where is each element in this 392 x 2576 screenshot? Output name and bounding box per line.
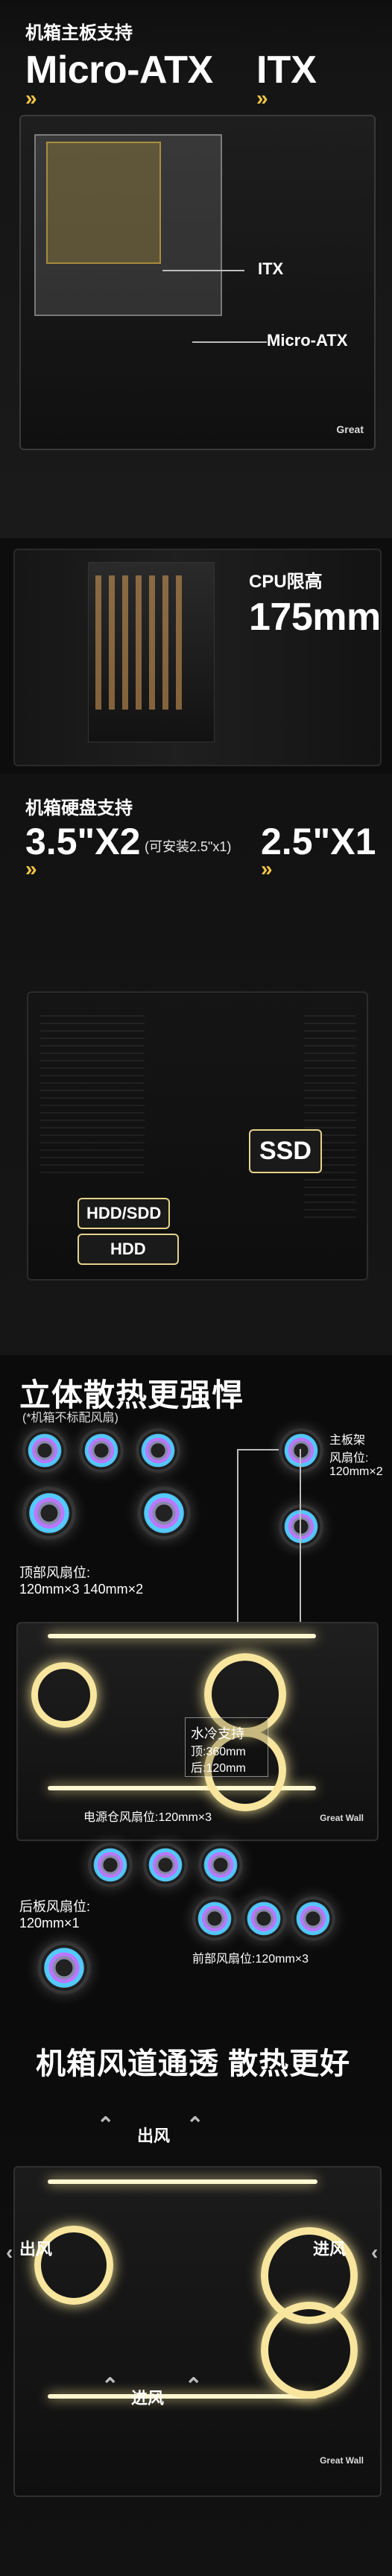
airflow-out-top: 出风 xyxy=(137,2127,171,2145)
airflow-panel: 机箱风道通透 散热更好 Great Wall ⌃ ⌃ 出风 ‹ 出风 ‹ 进风 … xyxy=(0,2012,392,2576)
cpu-height-value: 175mm xyxy=(249,596,381,639)
psu-rgb-strip-2 xyxy=(48,2394,317,2399)
panel1-micro-atx: Micro-ATX xyxy=(25,48,213,92)
arrow-left-icon: ‹ xyxy=(6,2241,13,2264)
mb-fan-label-3: 120mm×2 xyxy=(329,1465,383,1478)
fan-icon xyxy=(37,1941,91,1995)
motherboard-support-panel: 机箱主板支持 Micro-ATX ITX » » ITX Micro-ATX G… xyxy=(0,0,392,538)
fan-icon xyxy=(143,1843,188,1887)
panel1-itx: ITX xyxy=(256,48,317,92)
side-mesh xyxy=(304,1009,356,1218)
fan-icon xyxy=(192,1896,237,1941)
cooling-case-image: 水冷支持 顶:360mm 后:120mm 电源仓风扇位:120mm×3 Grea… xyxy=(16,1622,379,1841)
fan-icon xyxy=(137,1486,191,1540)
mb-overlay-gold xyxy=(46,142,161,264)
rgb-ring xyxy=(31,1662,97,1728)
callout-line-micro xyxy=(192,341,267,343)
front-fan-label: 前部风扇位:120mm×3 xyxy=(192,1953,309,1966)
storage-support-panel: 机箱硬盘支持 3.5"X2 (可安装2.5"x1) 2.5"X1 » » SSD… xyxy=(0,774,392,1355)
panel3-title: 机箱硬盘支持 xyxy=(25,798,133,818)
heatpipes xyxy=(95,575,185,710)
fan-icon xyxy=(241,1896,286,1941)
arrow-up-icon: ⌃ xyxy=(186,2113,204,2136)
cpu-clearance-panel: CPU限高 175mm xyxy=(0,538,392,774)
top-fan-label-2: 120mm×3 140mm×2 xyxy=(19,1582,144,1597)
arrow-left-icon: ‹ xyxy=(371,2241,379,2264)
rear-fan-label-2: 120mm×1 xyxy=(19,1916,80,1931)
rear-fan-label-1: 后板风扇位: xyxy=(19,1899,91,1914)
cpu-height-label: CPU限高 xyxy=(249,572,323,592)
chevrons-right: » xyxy=(256,86,268,110)
callout-line-itx xyxy=(162,270,244,271)
arrow-up-icon: ⌃ xyxy=(97,2113,115,2136)
rgb-ring-2 xyxy=(261,2302,358,2399)
brand-mark-small-2: Great Wall xyxy=(320,2455,364,2466)
chevrons-left-2: » xyxy=(25,857,37,880)
mb-fan-label-2: 风扇位: xyxy=(329,1452,369,1465)
ssd-badge: SSD xyxy=(249,1129,322,1173)
airflow-title: 机箱风道通透 散热更好 xyxy=(36,2048,351,2080)
fan-icon xyxy=(198,1843,243,1887)
cpu-cooler-image xyxy=(13,549,382,766)
top-rgb-strip-2 xyxy=(48,2179,317,2184)
fan-icon xyxy=(88,1843,133,1887)
case-image-1: ITX Micro-ATX Great xyxy=(19,115,376,450)
top-rgb-strip xyxy=(48,1634,316,1638)
cooling-layout-panel: 立体散热更强悍 (*机箱不标配风扇) 顶部风扇位: 120mm×3 140mm×… xyxy=(0,1355,392,2012)
fan-icon xyxy=(279,1504,323,1549)
chevrons-right-2: » xyxy=(261,857,272,880)
panel1-title: 机箱主板支持 xyxy=(25,23,133,43)
callout-micro-atx: Micro-ATX xyxy=(267,331,348,350)
hdd-right-value: 2.5"X1 xyxy=(261,821,376,862)
guide-line xyxy=(237,1449,279,1450)
hdd-left-value: 3.5"X2 xyxy=(25,821,141,862)
hdd-ssd-badge: HDD/SDD xyxy=(78,1198,171,1229)
water-cooling-label-2: 顶:360mm xyxy=(191,1746,246,1758)
airflow-case-image: Great Wall xyxy=(13,2166,382,2497)
fan-icon xyxy=(136,1428,180,1473)
fan-icon xyxy=(291,1896,335,1941)
callout-itx: ITX xyxy=(258,259,284,278)
arrow-up-icon: ⌃ xyxy=(101,2374,119,2397)
brand-mark: Great xyxy=(336,423,364,435)
chevrons-left: » xyxy=(25,86,37,110)
fan-icon xyxy=(279,1428,323,1473)
fan-icon xyxy=(22,1486,76,1540)
front-mesh xyxy=(40,1009,145,1173)
airflow-in-bottom: 进风 xyxy=(131,2389,165,2408)
fan-icon xyxy=(22,1428,67,1473)
psu-fan-label: 电源仓风扇位:120mm×3 xyxy=(83,1811,212,1824)
water-cooling-label-1: 水冷支持 xyxy=(191,1726,244,1741)
hdd-badge: HDD xyxy=(78,1234,179,1265)
mb-fan-label-1: 主板架 xyxy=(329,1434,366,1447)
airflow-in-right: 进风 xyxy=(313,2240,347,2258)
brand-mark-small: Great Wall xyxy=(320,1813,364,1823)
top-fan-label-1: 顶部风扇位: xyxy=(19,1565,91,1580)
arrow-up-icon: ⌃ xyxy=(185,2374,203,2397)
water-cooling-label-3: 后:120mm xyxy=(191,1762,246,1775)
product-detail-page: 机箱主板支持 Micro-ATX ITX » » ITX Micro-ATX G… xyxy=(0,0,392,2576)
airflow-out-left: 出风 xyxy=(19,2240,53,2258)
fan-icon xyxy=(79,1428,124,1473)
hdd-left-note: (可安装2.5"x1) xyxy=(145,839,232,854)
cooling-subtitle: (*机箱不标配风扇) xyxy=(22,1412,118,1424)
